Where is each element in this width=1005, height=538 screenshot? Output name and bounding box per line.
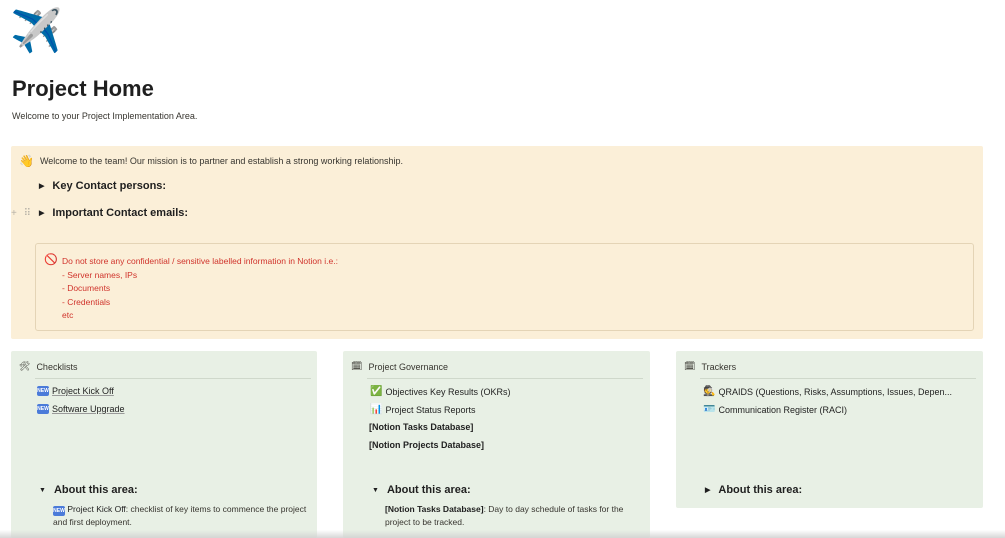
toggle-label: About this area: [386, 484, 471, 496]
tasks-database-link[interactable]: [Notion Tasks Database] [369, 422, 473, 432]
link-label: Communication Register (RACI) [718, 404, 847, 415]
inline-page-link[interactable]: Project Kick Off [67, 504, 125, 514]
warning-line: etc [62, 310, 74, 320]
new-badge-icon: NEW [37, 404, 49, 414]
prohibited-icon: 🚫 [44, 254, 58, 266]
description-bold: [Notion Tasks Database] [385, 504, 484, 514]
toggle-triangle-down-icon[interactable]: ▼ [39, 487, 46, 494]
waving-hand-icon: 👋 [19, 154, 34, 168]
trackers-heading: 🗓 Trackers [684, 361, 736, 372]
checklists-heading: 🛠 Checklists [19, 361, 77, 372]
page-link-qraids[interactable]: 🕵 QRAIDS (Questions, Risks, Assumptions,… [703, 386, 952, 397]
link-label: [Notion Tasks Database] [369, 422, 474, 432]
page-title[interactable]: Project Home [12, 76, 154, 102]
welcome-line: 👋 Welcome to the team! Our mission is to… [19, 154, 403, 168]
check-mark-icon: ✅ [370, 386, 383, 397]
page-link-status-reports[interactable]: 📊 Project Status Reports [370, 404, 476, 415]
page-link-software-upgrade[interactable]: NEW Software Upgrade [37, 404, 125, 414]
chart-icon: 📊 [370, 404, 383, 415]
airplane-icon[interactable]: ✈️ [10, 6, 62, 56]
welcome-callout: 👋 Welcome to the team! Our mission is to… [11, 146, 983, 339]
toggle-label: Key Contact persons: [52, 180, 167, 192]
page-link-communication-register[interactable]: 🪪 Communication Register (RACI) [703, 404, 847, 415]
divider [700, 378, 976, 379]
calendar-icon: 🗓 [684, 361, 696, 371]
link-label: [Notion Projects Database] [369, 440, 485, 450]
link-label: Software Upgrade [52, 404, 125, 414]
toggle-about-checklists[interactable]: ▼ About this area: [39, 484, 138, 496]
toggle-key-contacts[interactable]: ▶ Key Contact persons: [39, 180, 166, 192]
governance-heading: 🗓 Project Governance [351, 361, 448, 372]
divider [35, 378, 311, 379]
toggle-about-trackers[interactable]: ▶ About this area: [705, 484, 802, 496]
warning-line: - Credentials [62, 296, 111, 307]
id-card-icon: 🪪 [703, 404, 716, 415]
drag-handle-icon[interactable]: + ⠿ [11, 208, 33, 219]
warning-line: - Server names, IPs [62, 269, 138, 280]
warning-line: Do not store any confidential / sensitiv… [62, 256, 338, 266]
trackers-column: 🗓 Trackers 🕵 QRAIDS (Questions, Risks, A… [676, 351, 983, 508]
link-label: Project Kick Off [52, 386, 114, 396]
heading-label: Checklists [36, 361, 78, 372]
page-link-project-kick-off[interactable]: NEW Project Kick Off [37, 386, 114, 396]
projects-database-link[interactable]: [Notion Projects Database] [369, 440, 484, 450]
link-label: Objectives Key Results (OKRs) [385, 386, 511, 397]
governance-column: 🗓 Project Governance ✅ Objectives Key Re… [343, 351, 650, 538]
heading-label: Project Governance [368, 361, 448, 372]
about-description: [Notion Tasks Database]: Day to day sche… [385, 503, 640, 529]
toggle-triangle-icon[interactable]: ▶ [705, 486, 710, 494]
toggle-about-governance[interactable]: ▼ About this area: [372, 484, 471, 496]
detective-icon: 🕵 [703, 386, 716, 397]
new-badge-icon: NEW [53, 506, 65, 516]
welcome-text: Welcome to the team! Our mission is to p… [39, 156, 403, 166]
toggle-triangle-icon[interactable]: ▶ [39, 209, 44, 217]
toggle-contact-emails[interactable]: ▶ Important Contact emails: [39, 207, 188, 219]
new-badge-icon: NEW [37, 386, 49, 396]
divider [367, 378, 643, 379]
toggle-label: About this area: [718, 484, 803, 496]
heading-label: Trackers [701, 361, 737, 372]
about-description: NEW Project Kick Off: checklist of key i… [53, 503, 308, 529]
hammer-wrench-icon: 🛠 [19, 361, 31, 371]
toggle-triangle-down-icon[interactable]: ▼ [372, 487, 379, 494]
toggle-label: About this area: [53, 484, 138, 496]
toggle-triangle-icon[interactable]: ▶ [39, 182, 44, 190]
calendar-icon: 🗓 [351, 361, 363, 371]
warning-callout: 🚫 Do not store any confidential / sensit… [35, 243, 974, 331]
bottom-fade [0, 530, 1005, 538]
toggle-label: Important Contact emails: [52, 207, 189, 219]
warning-text: Do not store any confidential / sensitiv… [62, 255, 338, 323]
link-label: QRAIDS (Questions, Risks, Assumptions, I… [718, 386, 953, 397]
warning-line: - Documents [62, 283, 111, 293]
link-label: Project Status Reports [385, 404, 476, 415]
page-subtitle: Welcome to your Project Implementation A… [12, 111, 198, 121]
page-link-okrs[interactable]: ✅ Objectives Key Results (OKRs) [370, 386, 511, 397]
checklists-column: 🛠 Checklists NEW Project Kick Off NEW So… [11, 351, 317, 538]
